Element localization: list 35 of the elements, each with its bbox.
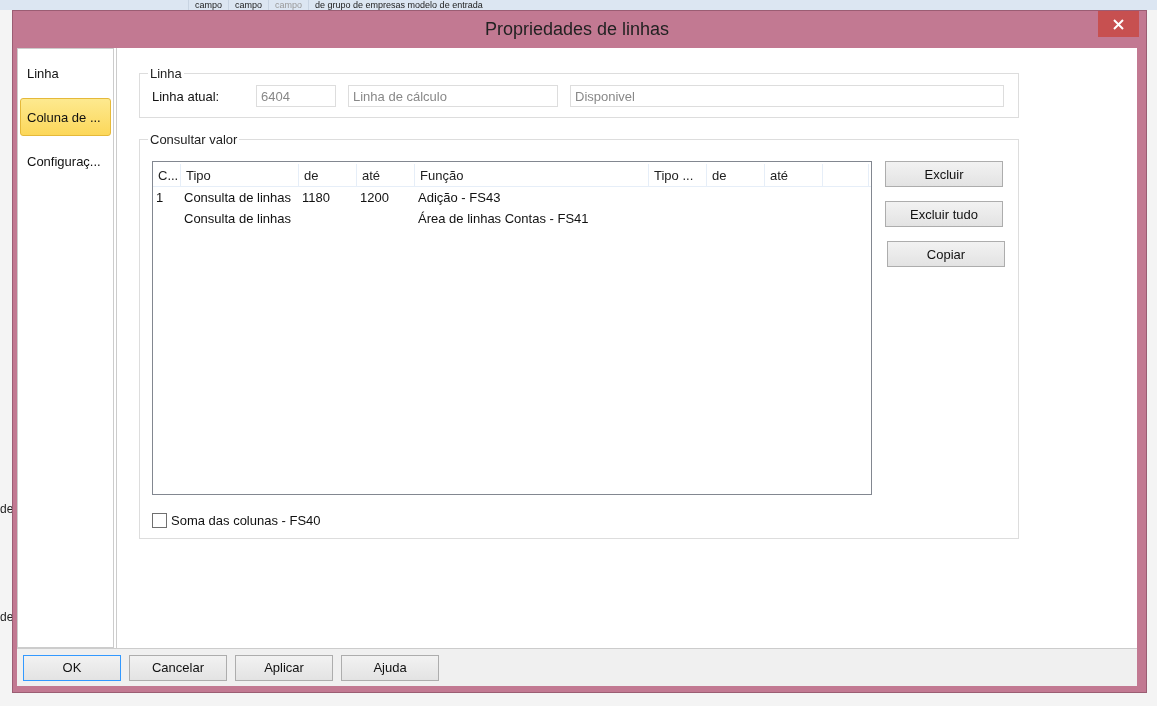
column-header[interactable]: C... <box>153 164 181 186</box>
window-title: Propriedades de linhas <box>484 19 670 40</box>
table-cell-text: 1 <box>155 190 165 205</box>
dialog-button[interactable]: OK <box>23 654 121 681</box>
dialog-button[interactable]: Aplicar <box>235 654 333 681</box>
column-header[interactable]: de <box>299 164 357 186</box>
group-title: Consultar valor <box>149 132 239 147</box>
column-header[interactable]: até <box>357 164 415 186</box>
checkbox[interactable] <box>152 513 167 528</box>
table-cell-text: Adição - FS43 <box>417 190 502 205</box>
group-title: Linha <box>149 66 183 81</box>
column-header[interactable]: Tipo ... <box>649 164 707 186</box>
column-header[interactable]: de <box>707 164 765 186</box>
close-button[interactable] <box>1098 11 1139 37</box>
action-button[interactable]: Excluir tudo <box>885 201 1003 227</box>
table-cell-text: Área de linhas Contas - FS41 <box>417 211 590 226</box>
field-label: Linha atual: <box>152 88 221 104</box>
table-cell-text: Consulta de linhas <box>183 211 292 226</box>
dialog-button[interactable]: Ajuda <box>341 654 439 681</box>
column-header[interactable]: Tipo <box>181 164 299 186</box>
background-text: de <box>0 610 14 624</box>
column-header[interactable]: Função <box>415 164 649 186</box>
action-button[interactable]: Copiar <box>887 241 1005 267</box>
checkbox-label: Soma das colunas - FS40 <box>171 513 321 528</box>
table-cell-text: 1180 <box>301 190 331 205</box>
sidebar-item[interactable]: Configuraç... <box>20 142 111 180</box>
sidebar-item[interactable]: Coluna de ... <box>20 98 111 136</box>
action-button[interactable]: Excluir <box>885 161 1003 187</box>
dialog-button[interactable]: Cancelar <box>129 654 227 681</box>
sidebar-item[interactable]: Linha <box>20 54 111 92</box>
background-text: de <box>0 502 14 516</box>
table-cell-text: Consulta de linhas <box>183 190 292 205</box>
table-cell-text: 1200 <box>359 190 390 205</box>
column-header[interactable]: até <box>765 164 823 186</box>
close-icon <box>1113 18 1124 30</box>
